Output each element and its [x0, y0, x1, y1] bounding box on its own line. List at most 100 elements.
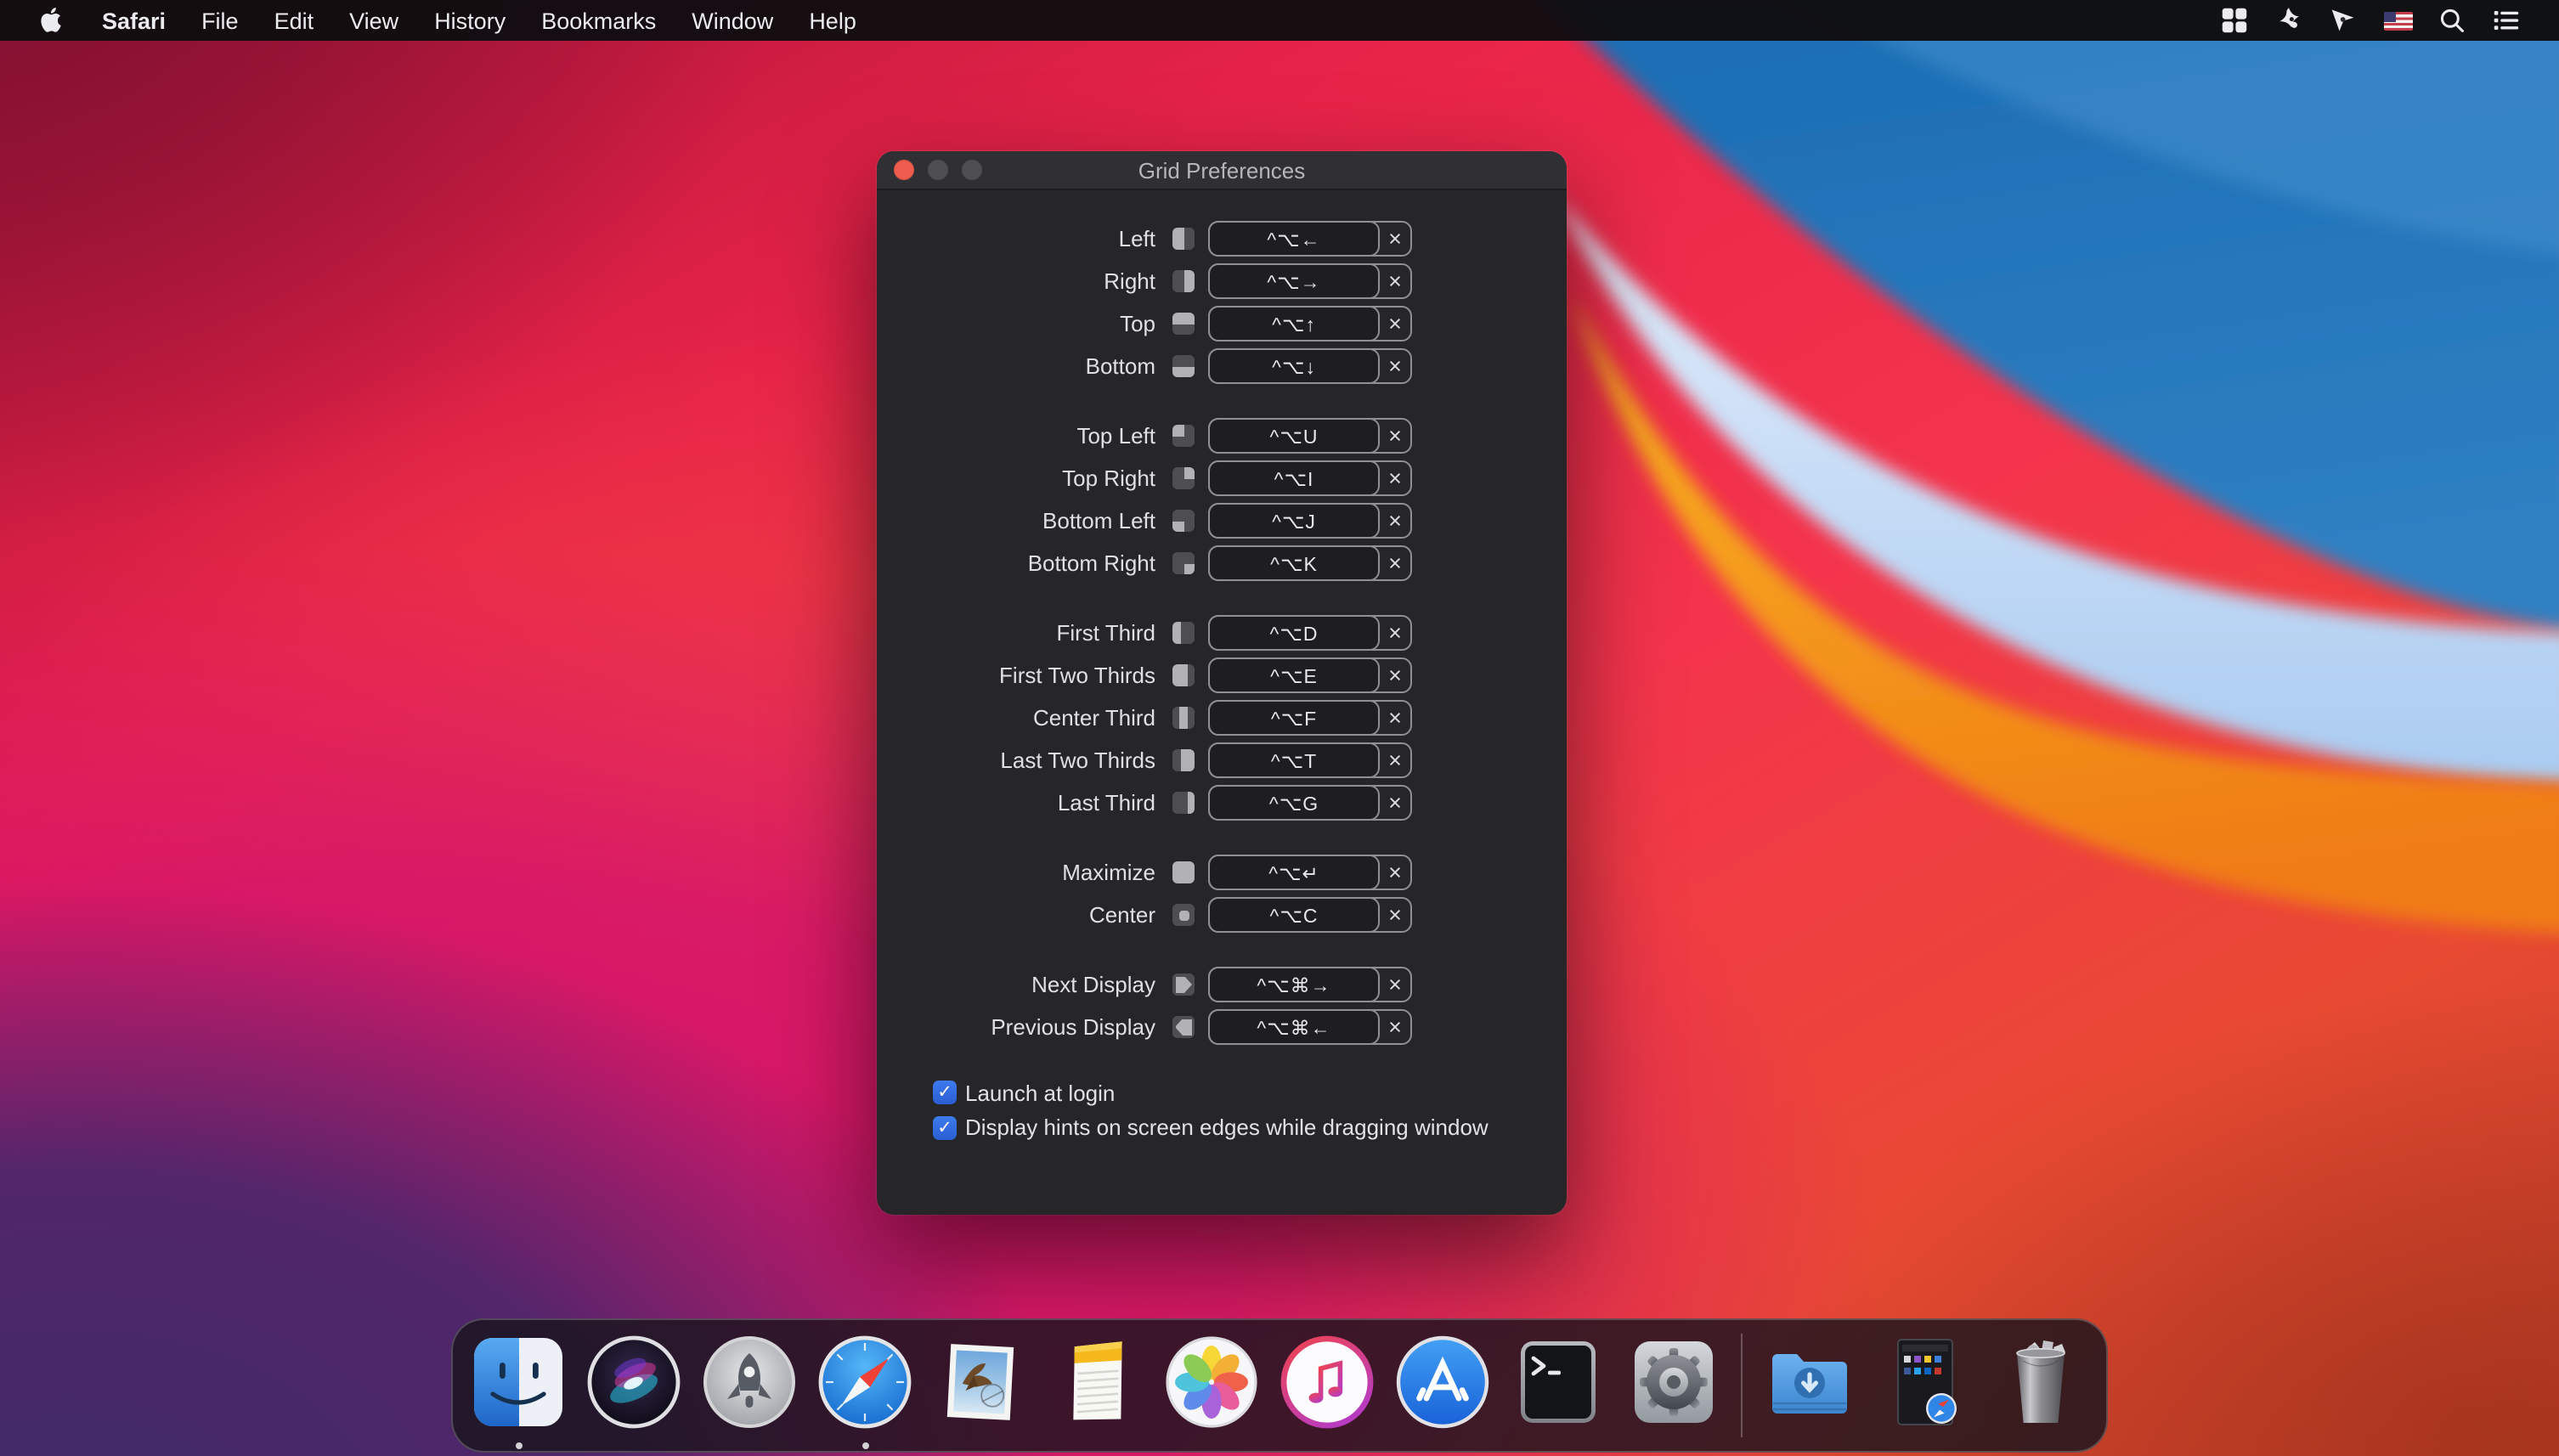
row-label: Next Display: [877, 972, 1155, 997]
bottom-left-position-icon: [1172, 510, 1195, 532]
us-flag-icon[interactable]: [2382, 5, 2413, 36]
window-title-bar[interactable]: Grid Preferences: [877, 151, 1567, 190]
shortcut-field[interactable]: ^⌥↑: [1208, 306, 1380, 341]
shortcut-recorder[interactable]: ^⌥⌘→×: [1208, 967, 1412, 1002]
clear-shortcut-button[interactable]: ×: [1380, 505, 1410, 537]
shortcut-field[interactable]: ^⌥←: [1208, 221, 1380, 257]
clear-shortcut-button[interactable]: ×: [1380, 787, 1410, 819]
shortcut-recorder[interactable]: ^⌥← ×: [1208, 221, 1412, 257]
avast-icon[interactable]: [2274, 5, 2304, 36]
row-label: Top Left: [877, 423, 1155, 449]
shortcut-field[interactable]: ^⌥D: [1208, 615, 1380, 651]
shortcut-field[interactable]: ^⌥C: [1208, 897, 1380, 933]
shortcut-row: Top ^⌥↑×: [877, 302, 1567, 345]
checkbox[interactable]: ✓: [933, 1081, 957, 1105]
shortcut-recorder[interactable]: ^⌥↵×: [1208, 855, 1412, 890]
dock-item-launchpad[interactable]: [701, 1334, 798, 1431]
menu-list-icon[interactable]: [2491, 5, 2522, 36]
row-label: First Two Thirds: [877, 663, 1155, 688]
row-label: Center Third: [877, 705, 1155, 731]
shortcut-recorder[interactable]: ^⌥E×: [1208, 657, 1412, 693]
clear-shortcut-button[interactable]: ×: [1380, 308, 1410, 340]
shortcut-text: ^⌥←: [1267, 227, 1320, 251]
shortcut-field[interactable]: ^⌥↓: [1208, 348, 1380, 384]
dock-item-minimized-safari-window[interactable]: [1877, 1334, 1974, 1431]
shortcut-recorder[interactable]: ^⌥K ×: [1208, 545, 1412, 581]
menu-help[interactable]: Help: [809, 8, 856, 33]
shortcut-recorder[interactable]: ^⌥F×: [1208, 700, 1412, 736]
clear-shortcut-button[interactable]: ×: [1380, 659, 1410, 691]
shortcut-field[interactable]: ^⌥→: [1208, 263, 1380, 299]
menu-edit[interactable]: Edit: [274, 8, 314, 33]
row-label: Top: [877, 311, 1155, 336]
shortcut-field[interactable]: ^⌥⌘→: [1208, 967, 1380, 1002]
shortcut-recorder[interactable]: ^⌥C×: [1208, 897, 1412, 933]
dock-item-trash[interactable]: [1992, 1334, 2089, 1431]
shortcut-field[interactable]: ^⌥E: [1208, 657, 1380, 693]
shortcut-recorder[interactable]: ^⌥D×: [1208, 615, 1412, 651]
dock-item-downloads-folder[interactable]: [1761, 1334, 1858, 1431]
clear-shortcut-button[interactable]: ×: [1380, 223, 1410, 255]
clear-shortcut-button[interactable]: ×: [1380, 617, 1410, 649]
shortcut-recorder[interactable]: ^⌥↑×: [1208, 306, 1412, 341]
checkbox-row[interactable]: ✓Display hints on screen edges while dra…: [933, 1110, 1567, 1145]
spotlight-search-icon[interactable]: [2437, 5, 2467, 36]
menu-view[interactable]: View: [349, 8, 398, 33]
menu-window[interactable]: Window: [692, 8, 773, 33]
shortcut-recorder[interactable]: ^⌥I×: [1208, 460, 1412, 496]
grid-menubar-icon[interactable]: [2219, 5, 2250, 36]
checkbox[interactable]: ✓: [933, 1116, 957, 1140]
shortcut-field[interactable]: ^⌥K: [1208, 545, 1380, 581]
dock-item-photos[interactable]: [1163, 1334, 1260, 1431]
dock-item-music[interactable]: [1279, 1334, 1376, 1431]
clear-shortcut-button[interactable]: ×: [1380, 968, 1410, 1001]
row-label: Top Right: [877, 466, 1155, 491]
shortcut-field[interactable]: ^⌥↵: [1208, 855, 1380, 890]
dock-item-finder[interactable]: [470, 1334, 567, 1431]
shortcut-recorder[interactable]: ^⌥⌘←×: [1208, 1009, 1412, 1045]
shortcut-field[interactable]: ^⌥T: [1208, 742, 1380, 778]
dock-item-siri[interactable]: [585, 1334, 682, 1431]
clear-shortcut-button[interactable]: ×: [1380, 856, 1410, 889]
menu-history[interactable]: History: [434, 8, 506, 33]
clear-shortcut-button[interactable]: ×: [1380, 420, 1410, 452]
menu-file[interactable]: File: [201, 8, 239, 33]
clear-shortcut-button[interactable]: ×: [1380, 744, 1410, 776]
checkbox-row[interactable]: ✓Launch at login: [933, 1075, 1567, 1110]
dock-item-terminal[interactable]: [1510, 1334, 1607, 1431]
dock-item-system-preferences[interactable]: [1625, 1334, 1722, 1431]
shortcut-field[interactable]: ^⌥F: [1208, 700, 1380, 736]
clear-shortcut-button[interactable]: ×: [1380, 1011, 1410, 1043]
clear-shortcut-button[interactable]: ×: [1380, 265, 1410, 297]
close-button[interactable]: [894, 160, 914, 180]
shortcut-text: ^⌥→: [1267, 269, 1320, 293]
clear-shortcut-button[interactable]: ×: [1380, 899, 1410, 931]
dock-item-mail[interactable]: [932, 1334, 1029, 1431]
shortcut-field[interactable]: ^⌥I: [1208, 460, 1380, 496]
shortcut-recorder[interactable]: ^⌥T×: [1208, 742, 1412, 778]
running-indicator-dot: [515, 1442, 522, 1449]
dock-item-app-store[interactable]: [1394, 1334, 1491, 1431]
menu-bookmarks[interactable]: Bookmarks: [541, 8, 656, 33]
clear-shortcut-button[interactable]: ×: [1380, 547, 1410, 579]
cursor-icon[interactable]: [2328, 5, 2358, 36]
row-label: Bottom Left: [877, 508, 1155, 533]
apple-logo-icon[interactable]: [36, 5, 66, 36]
shortcut-field[interactable]: ^⌥J: [1208, 503, 1380, 539]
shortcut-recorder[interactable]: ^⌥→ ×: [1208, 263, 1412, 299]
shortcut-recorder[interactable]: ^⌥U×: [1208, 418, 1412, 454]
shortcut-recorder[interactable]: ^⌥J×: [1208, 503, 1412, 539]
shortcut-recorder[interactable]: ^⌥↓×: [1208, 348, 1412, 384]
clear-shortcut-button[interactable]: ×: [1380, 350, 1410, 382]
shortcut-field[interactable]: ^⌥U: [1208, 418, 1380, 454]
shortcut-recorder[interactable]: ^⌥G×: [1208, 785, 1412, 821]
dock-item-notes[interactable]: [1048, 1334, 1144, 1431]
window-title: Grid Preferences: [1138, 157, 1306, 183]
clear-shortcut-button[interactable]: ×: [1380, 702, 1410, 734]
clear-shortcut-button[interactable]: ×: [1380, 462, 1410, 494]
shortcut-field[interactable]: ^⌥⌘←: [1208, 1009, 1380, 1045]
dock-item-safari[interactable]: [816, 1334, 913, 1431]
active-app-name[interactable]: Safari: [102, 8, 166, 33]
shortcut-field[interactable]: ^⌥G: [1208, 785, 1380, 821]
shortcut-text: ^⌥K: [1270, 551, 1318, 575]
